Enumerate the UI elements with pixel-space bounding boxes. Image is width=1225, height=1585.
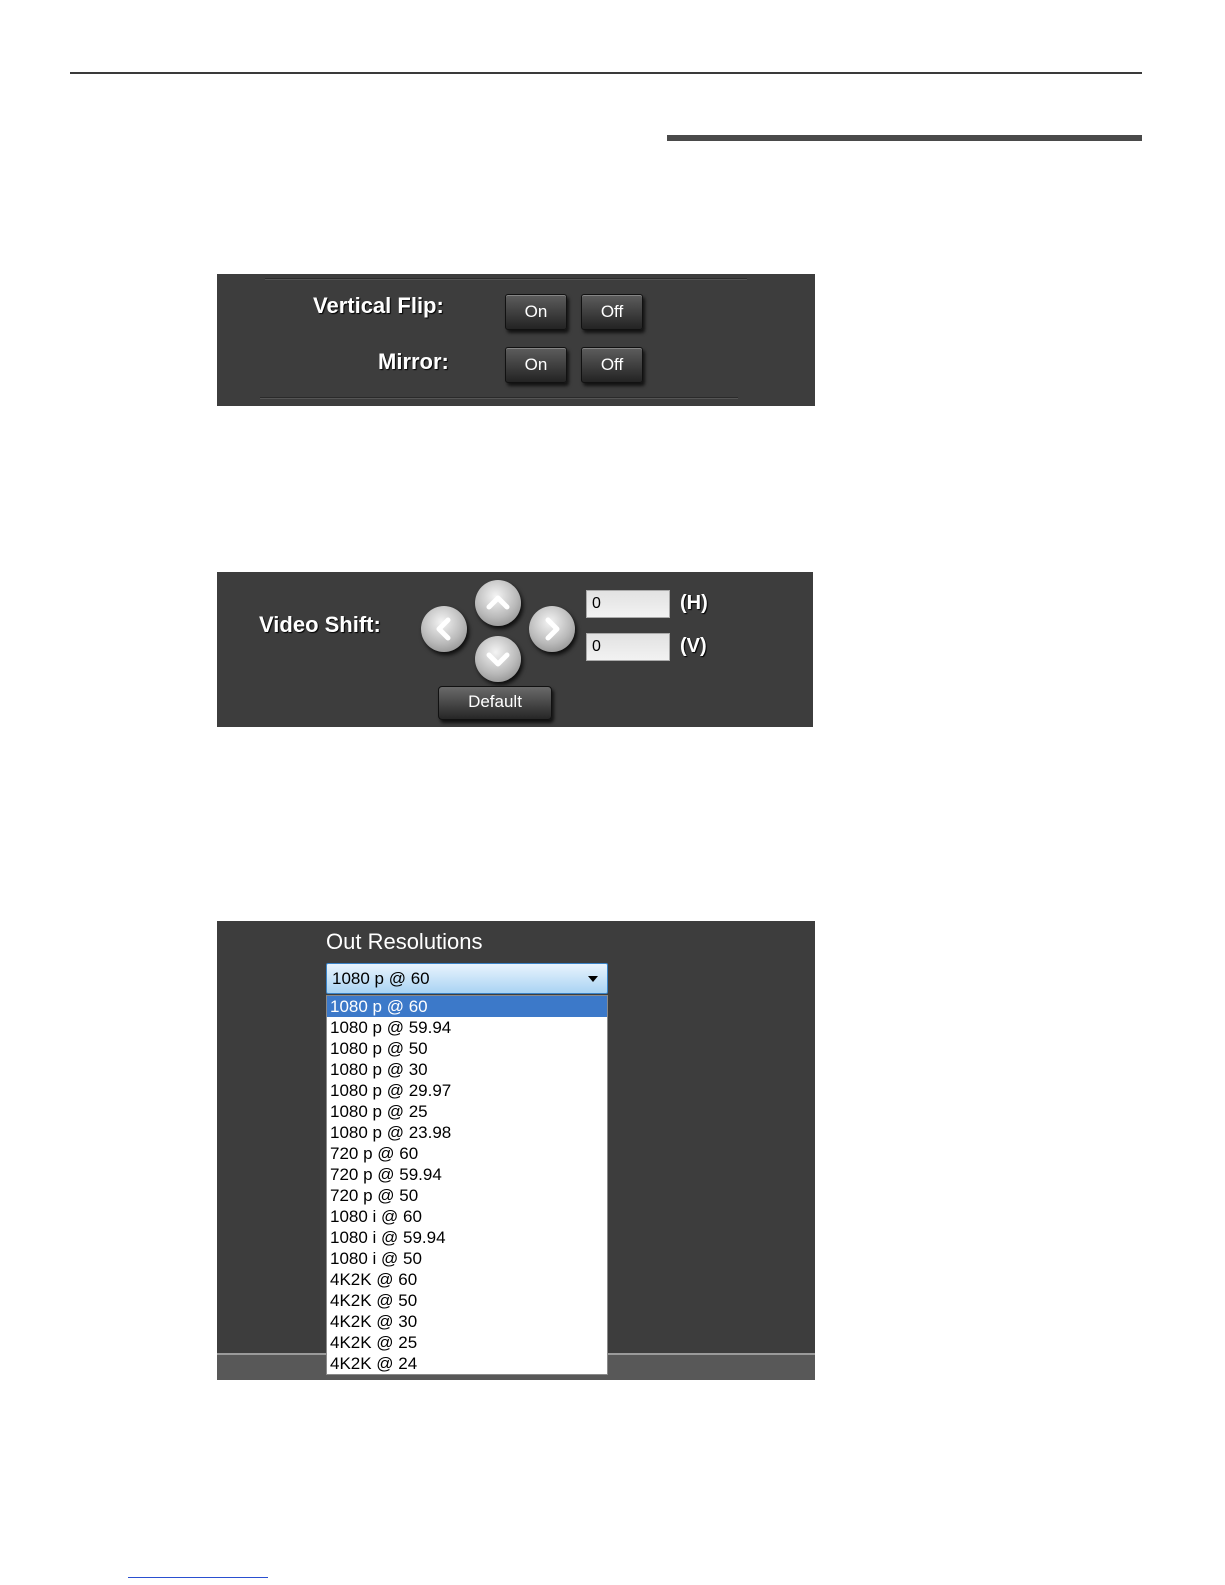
chevron-down-icon bbox=[486, 652, 510, 667]
resolution-option[interactable]: 1080 i @ 59.94 bbox=[327, 1227, 607, 1248]
dropdown-arrow-icon bbox=[588, 976, 598, 982]
shift-down-button[interactable] bbox=[475, 636, 521, 682]
vertical-flip-label: Vertical Flip: bbox=[313, 293, 444, 318]
resolution-select[interactable]: 1080 p @ 60 bbox=[326, 963, 608, 994]
resolution-option[interactable]: 720 p @ 59.94 bbox=[327, 1164, 607, 1185]
resolution-option[interactable]: 1080 i @ 60 bbox=[327, 1206, 607, 1227]
vertical-shift-input[interactable] bbox=[586, 633, 670, 661]
vertical-unit-label: (V) bbox=[680, 635, 707, 657]
video-shift-panel: Video Shift: (H) (V) Default bbox=[217, 572, 813, 727]
shift-left-button[interactable] bbox=[421, 606, 467, 652]
resolution-option[interactable]: 1080 p @ 30 bbox=[327, 1059, 607, 1080]
mirror-off-button[interactable]: Off bbox=[581, 347, 643, 383]
horizontal-unit-label: (H) bbox=[680, 592, 708, 614]
default-button[interactable]: Default bbox=[438, 686, 552, 720]
shift-up-button[interactable] bbox=[475, 580, 521, 626]
mirror-on-button[interactable]: On bbox=[505, 347, 567, 383]
resolution-option[interactable]: 1080 i @ 50 bbox=[327, 1248, 607, 1269]
header-rule bbox=[70, 72, 1142, 74]
resolution-option[interactable]: 1080 p @ 25 bbox=[327, 1101, 607, 1122]
resolution-dropdown-list: 1080 p @ 60 1080 p @ 59.94 1080 p @ 50 1080… bbox=[326, 995, 608, 1375]
resolution-option[interactable]: 4K2K @ 30 bbox=[327, 1311, 607, 1332]
vertical-flip-off-button[interactable]: Off bbox=[581, 294, 643, 330]
horizontal-shift-input[interactable] bbox=[586, 590, 670, 618]
resolution-option[interactable]: 1080 p @ 23.98 bbox=[327, 1122, 607, 1143]
chevron-right-icon bbox=[545, 617, 560, 641]
out-resolutions-panel: Out Resolutions 1080 p @ 60 1080 p @ 60 1… bbox=[217, 921, 815, 1380]
resolution-option[interactable]: 4K2K @ 50 bbox=[327, 1290, 607, 1311]
chevron-up-icon bbox=[486, 595, 510, 610]
resolution-select-value: 1080 p @ 60 bbox=[332, 969, 430, 988]
resolution-option[interactable]: 4K2K @ 60 bbox=[327, 1269, 607, 1290]
resolution-option[interactable]: 1080 p @ 29.97 bbox=[327, 1080, 607, 1101]
video-shift-label: Video Shift: bbox=[259, 612, 381, 637]
mirror-label: Mirror: bbox=[378, 349, 449, 374]
out-resolutions-title: Out Resolutions bbox=[326, 929, 483, 954]
resolution-option[interactable]: 720 p @ 60 bbox=[327, 1143, 607, 1164]
vertical-flip-on-button[interactable]: On bbox=[505, 294, 567, 330]
resolution-option[interactable]: 1080 p @ 59.94 bbox=[327, 1017, 607, 1038]
footer-link-underline bbox=[128, 1577, 268, 1578]
flip-mirror-panel: Vertical Flip: On Off Mirror: On Off bbox=[217, 274, 815, 406]
resolution-option[interactable]: 4K2K @ 25 bbox=[327, 1332, 607, 1353]
resolution-option[interactable]: 720 p @ 50 bbox=[327, 1185, 607, 1206]
divider bbox=[260, 397, 738, 398]
resolution-option[interactable]: 1080 p @ 60 bbox=[327, 996, 607, 1017]
resolution-option[interactable]: 4K2K @ 24 bbox=[327, 1353, 607, 1374]
chevron-left-icon bbox=[436, 617, 451, 641]
resolution-option[interactable]: 1080 p @ 50 bbox=[327, 1038, 607, 1059]
divider bbox=[265, 278, 747, 279]
section-heading-bar bbox=[667, 135, 1142, 141]
shift-right-button[interactable] bbox=[529, 606, 575, 652]
